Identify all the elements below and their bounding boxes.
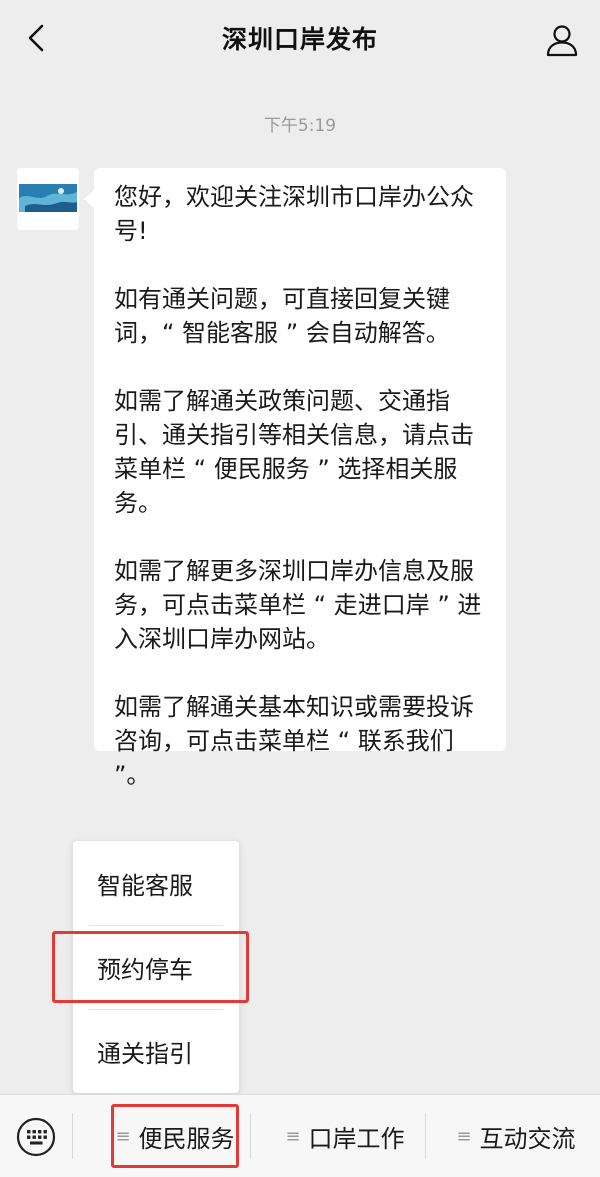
submenu-popup: 智能客服 预约停车 通关指引 <box>73 841 239 1093</box>
submenu-item-customs-guide[interactable]: 通关指引 <box>73 1009 239 1093</box>
keyboard-toggle-button[interactable] <box>14 1115 58 1159</box>
page-title: 深圳口岸发布 <box>221 25 378 54</box>
submenu-item-smart-service[interactable]: 智能客服 <box>73 841 239 925</box>
message-paragraph: 如需了解通关基本知识或需要投诉咨询，可点击菜单栏 “ 联系我们 ”。 <box>114 693 474 789</box>
top-bar: 深圳口岸发布 <box>0 0 600 76</box>
menu-lines-icon: ≡ <box>285 1126 301 1147</box>
keyboard-icon <box>16 1117 56 1157</box>
avatar-image <box>17 168 79 230</box>
message-timestamp: 下午5:19 <box>263 116 337 136</box>
message-paragraph: 如有通关问题，可直接回复关键词，“ 智能客服 ” 会自动解答。 <box>114 285 450 347</box>
menu-divider <box>425 1113 426 1159</box>
menu-lines-icon: ≡ <box>456 1126 472 1147</box>
menu-tab-interaction[interactable]: ≡ 互动交流 <box>432 1095 600 1177</box>
menu-tab-port-work[interactable]: ≡ 口岸工作 <box>260 1095 430 1177</box>
message-bubble: 您好，欢迎关注深圳市口岸办公众号! 如有通关问题，可直接回复关键词，“ 智能客服… <box>84 168 506 789</box>
menu-tab-label: 互动交流 <box>479 1125 576 1153</box>
back-button[interactable] <box>18 20 54 56</box>
menu-divider <box>72 1113 73 1159</box>
menu-divider <box>250 1113 251 1159</box>
message-paragraph: 如需了解通关政策问题、交通指引、通关指引等相关信息，请点击菜单栏 “ 便民服务 … <box>114 387 474 517</box>
menu-tab-label: 便民服务 <box>138 1125 235 1153</box>
person-icon <box>546 25 578 57</box>
menu-tab-convenience-services[interactable]: ≡ 便民服务 <box>90 1095 260 1177</box>
message-paragraph: 如需了解更多深圳口岸办信息及服务，可点击菜单栏 “ 走进口岸 ” 进入深圳口岸办… <box>114 557 482 653</box>
submenu-item-parking-reservation[interactable]: 预约停车 <box>73 925 239 1009</box>
account-avatar[interactable] <box>17 168 79 230</box>
message-paragraph: 您好，欢迎关注深圳市口岸办公众号! <box>114 183 474 245</box>
bottom-menu-bar: ≡ 便民服务 ≡ 口岸工作 ≡ 互动交流 <box>0 1094 600 1177</box>
menu-lines-icon: ≡ <box>115 1126 131 1147</box>
menu-tab-label: 口岸工作 <box>308 1125 405 1153</box>
profile-button[interactable] <box>542 20 582 60</box>
chevron-left-icon <box>28 24 44 52</box>
